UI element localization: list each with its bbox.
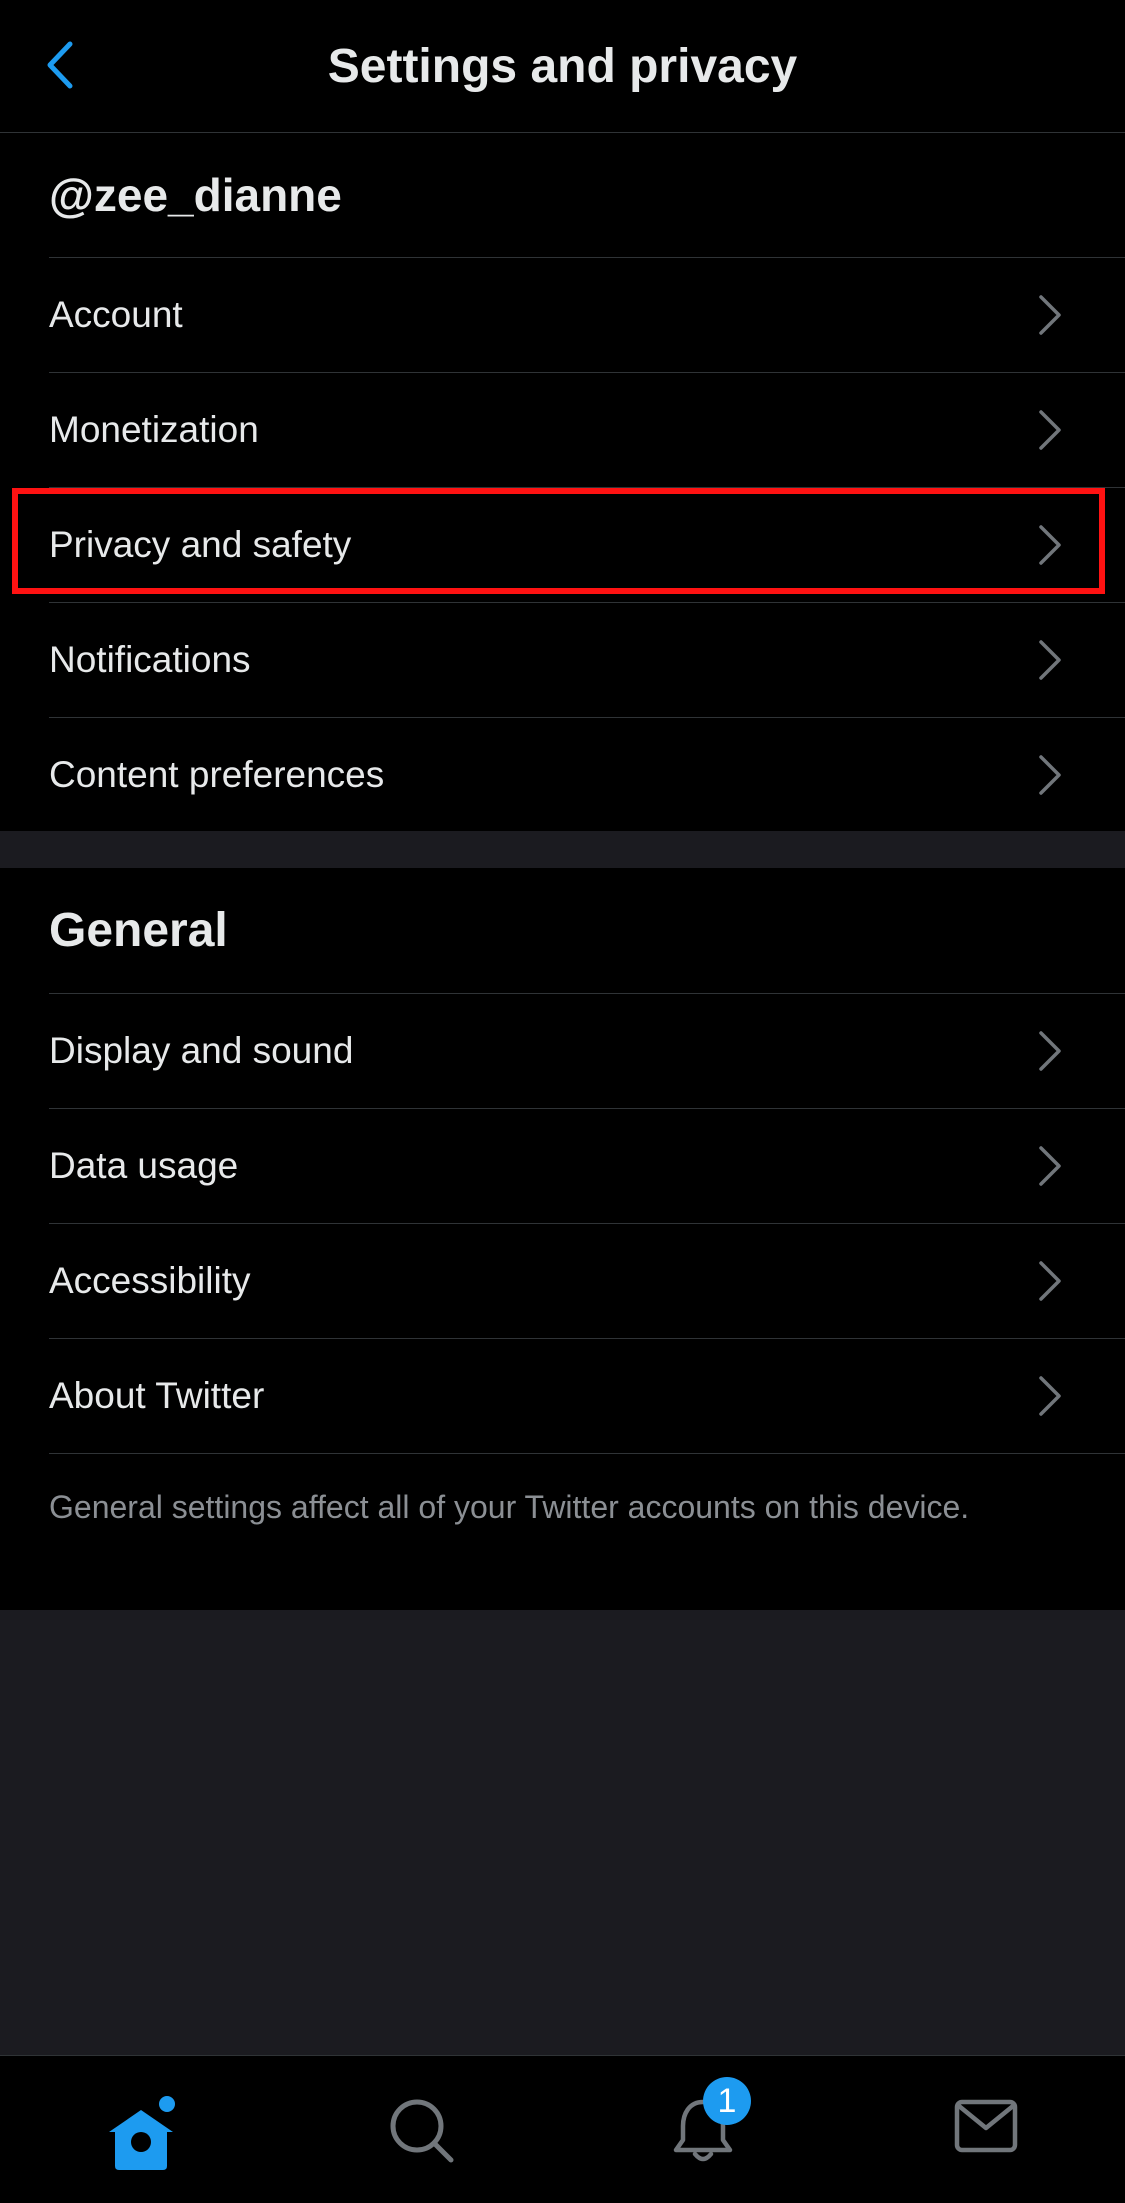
chevron-right-icon: [1039, 295, 1061, 335]
mail-icon: [954, 2099, 1018, 2153]
settings-item-notifications[interactable]: Notifications: [49, 602, 1125, 717]
settings-item-label: About Twitter: [49, 1375, 265, 1416]
settings-item-label: Account: [49, 294, 183, 335]
tab-home[interactable]: [66, 2056, 216, 2203]
section-title-general: General: [49, 904, 228, 957]
chevron-right-icon: [1039, 1031, 1061, 1071]
chevron-right-icon: [1039, 640, 1061, 680]
tab-search[interactable]: [347, 2056, 497, 2203]
settings-item-label: Content preferences: [49, 754, 385, 795]
settings-item-label: Display and sound: [49, 1030, 354, 1071]
settings-item-content-preferences[interactable]: Content preferences: [49, 717, 1125, 832]
chevron-right-icon: [1039, 525, 1061, 565]
home-icon: [109, 2096, 175, 2170]
general-section: General Display and sound Data usage Acc…: [0, 868, 1125, 1610]
search-icon: [390, 2099, 454, 2163]
settings-item-accessibility[interactable]: Accessibility: [49, 1223, 1125, 1338]
settings-item-label: Notifications: [49, 639, 251, 680]
settings-item-about-twitter[interactable]: About Twitter: [49, 1338, 1125, 1453]
settings-item-monetization[interactable]: Monetization: [49, 372, 1125, 487]
settings-item-label: Privacy and safety: [49, 524, 352, 565]
bottom-tab-bar: 1: [0, 2055, 1125, 2203]
chevron-right-icon: [1039, 1261, 1061, 1301]
settings-item-label: Data usage: [49, 1145, 239, 1186]
tab-notifications[interactable]: 1: [628, 2056, 778, 2203]
general-settings-footnote: General settings affect all of your Twit…: [49, 1453, 1125, 1529]
account-section: @zee_dianne Account Monetization Privacy…: [0, 133, 1125, 831]
settings-item-label: Accessibility: [49, 1260, 251, 1301]
settings-item-display-and-sound[interactable]: Display and sound: [49, 993, 1125, 1108]
settings-item-account[interactable]: Account: [49, 257, 1125, 372]
settings-item-privacy-and-safety[interactable]: Privacy and safety: [49, 487, 1125, 602]
chevron-right-icon: [1039, 410, 1061, 450]
notification-badge: 1: [703, 2077, 751, 2125]
settings-item-data-usage[interactable]: Data usage: [49, 1108, 1125, 1223]
chevron-right-icon: [1039, 1146, 1061, 1186]
page-title: Settings and privacy: [327, 39, 798, 93]
chevron-right-icon: [1039, 755, 1061, 795]
settings-item-label: Monetization: [49, 409, 259, 450]
username-heading: @zee_dianne: [49, 169, 342, 221]
tab-messages[interactable]: [911, 2056, 1061, 2203]
header-bar: Settings and privacy: [0, 0, 1125, 133]
chevron-right-icon: [1039, 1376, 1061, 1416]
